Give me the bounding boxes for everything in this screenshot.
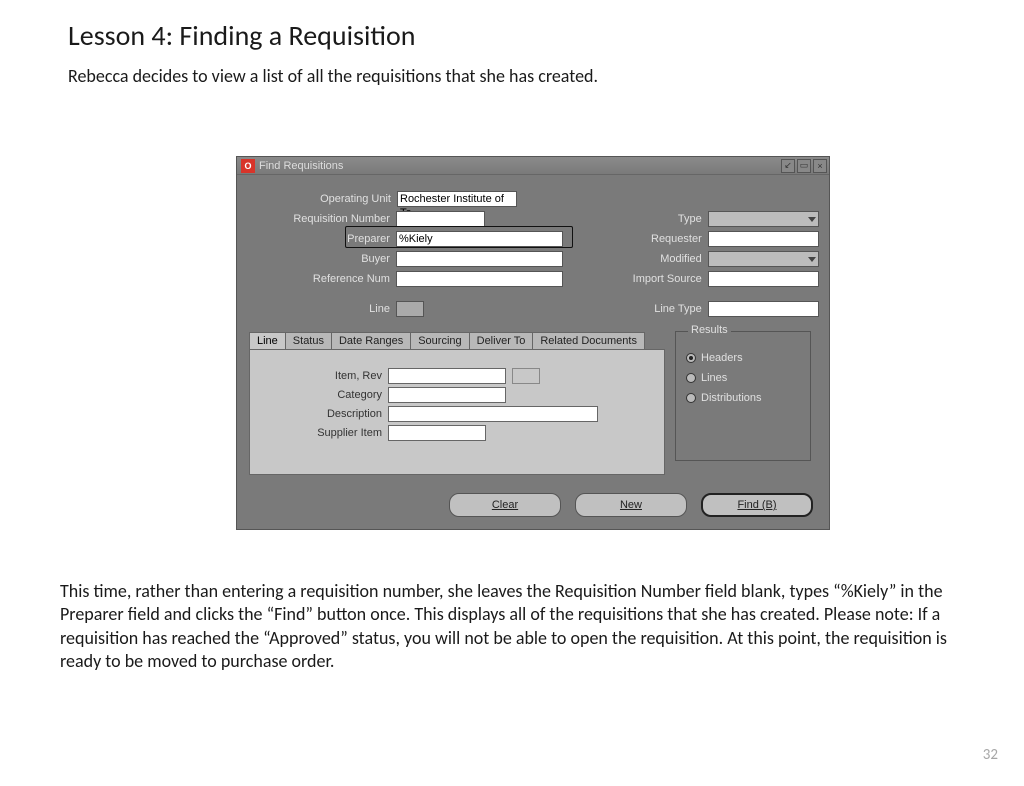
- results-lines-label: Lines: [701, 372, 727, 384]
- results-option-distributions[interactable]: Distributions: [686, 392, 800, 404]
- results-group: Results Headers Lines Distributions: [675, 331, 811, 461]
- find-button[interactable]: Find (B): [701, 493, 813, 517]
- close-icon[interactable]: ×: [813, 159, 827, 173]
- lesson-intro: Rebecca decides to view a list of all th…: [68, 65, 1024, 87]
- import-source-field[interactable]: [708, 271, 819, 287]
- item-rev-field[interactable]: [388, 368, 506, 384]
- requisition-number-field[interactable]: [396, 211, 485, 227]
- radio-icon: [686, 373, 696, 383]
- item-rev-label: Item, Rev: [258, 370, 388, 382]
- requisition-number-label: Requisition Number: [247, 213, 396, 225]
- description-label: Description: [258, 408, 388, 420]
- reference-num-label: Reference Num: [247, 273, 396, 285]
- chevron-down-icon: [808, 217, 816, 222]
- preparer-field[interactable]: %Kiely: [396, 231, 563, 247]
- minimize-icon[interactable]: ↙: [781, 159, 795, 173]
- buyer-field[interactable]: [396, 251, 563, 267]
- preparer-label: Preparer: [247, 233, 396, 245]
- results-option-headers[interactable]: Headers: [686, 352, 800, 364]
- maximize-icon[interactable]: ▭: [797, 159, 811, 173]
- type-label: Type: [618, 213, 707, 225]
- tab-line[interactable]: Line: [249, 332, 286, 349]
- oracle-icon: O: [241, 159, 255, 173]
- modified-label: Modified: [618, 253, 707, 265]
- type-dropdown[interactable]: [708, 211, 819, 227]
- tab-deliver-to[interactable]: Deliver To: [469, 332, 534, 349]
- supplier-item-field[interactable]: [388, 425, 486, 441]
- radio-icon: [686, 353, 696, 363]
- line-field[interactable]: [396, 301, 424, 317]
- window-title: Find Requisitions: [259, 160, 343, 172]
- description-field[interactable]: [388, 406, 598, 422]
- tab-sourcing[interactable]: Sourcing: [410, 332, 469, 349]
- buyer-label: Buyer: [247, 253, 396, 265]
- results-title: Results: [688, 324, 731, 336]
- tab-related-documents[interactable]: Related Documents: [532, 332, 645, 349]
- operating-unit-field[interactable]: Rochester Institute of Te: [397, 191, 517, 207]
- results-headers-label: Headers: [701, 352, 743, 364]
- line-type-label: Line Type: [618, 303, 707, 315]
- import-source-label: Import Source: [618, 273, 707, 285]
- clear-button[interactable]: Clear: [449, 493, 561, 517]
- tab-status[interactable]: Status: [285, 332, 332, 349]
- lesson-body: This time, rather than entering a requis…: [60, 580, 964, 674]
- results-option-lines[interactable]: Lines: [686, 372, 800, 384]
- chevron-down-icon: [808, 257, 816, 262]
- tab-date-ranges[interactable]: Date Ranges: [331, 332, 411, 349]
- category-label: Category: [258, 389, 388, 401]
- line-label: Line: [247, 303, 396, 315]
- radio-icon: [686, 393, 696, 403]
- find-requisitions-window: O Find Requisitions ↙ ▭ × Operating Unit…: [236, 156, 830, 530]
- new-button[interactable]: New: [575, 493, 687, 517]
- category-field[interactable]: [388, 387, 506, 403]
- reference-num-field[interactable]: [396, 271, 563, 287]
- operating-unit-label: Operating Unit: [247, 193, 397, 205]
- results-distributions-label: Distributions: [701, 392, 762, 404]
- page-number: 32: [983, 746, 998, 764]
- requester-label: Requester: [618, 233, 707, 245]
- line-type-field[interactable]: [708, 301, 819, 317]
- modified-dropdown[interactable]: [708, 251, 819, 267]
- window-titlebar[interactable]: O Find Requisitions ↙ ▭ ×: [237, 157, 829, 175]
- requester-field[interactable]: [708, 231, 819, 247]
- supplier-item-label: Supplier Item: [258, 427, 388, 439]
- lesson-title: Lesson 4: Finding a Requisition: [68, 18, 1024, 53]
- tab-panel-line: Item, Rev Category Description Supplier …: [249, 349, 665, 475]
- item-rev-lookup[interactable]: [512, 368, 540, 384]
